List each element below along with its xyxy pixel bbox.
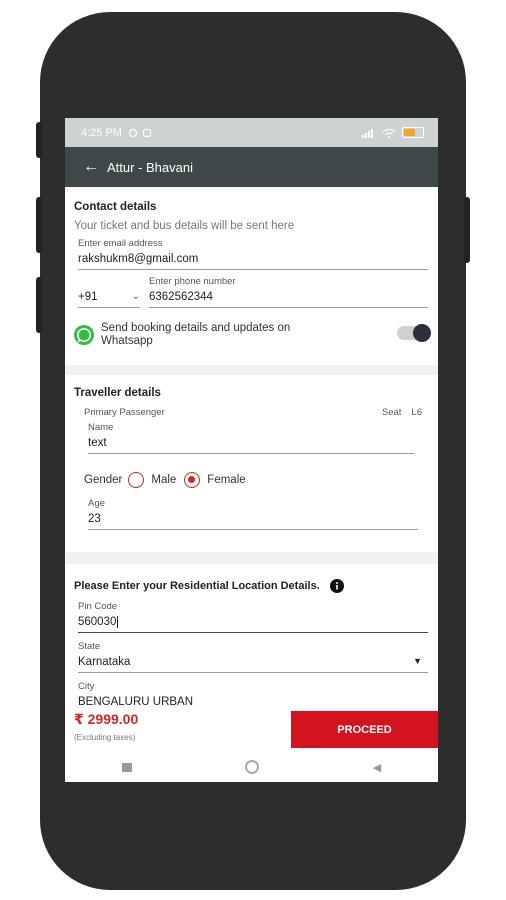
- contact-details-section: Contact details Your ticket and bus deta…: [65, 187, 438, 365]
- state-select: Karnataka: [78, 656, 131, 668]
- city-field[interactable]: City BENGALURU URBAN: [78, 681, 428, 707]
- app-toolbar: ← Attur - Bhavani: [65, 147, 438, 187]
- home-icon[interactable]: [245, 760, 260, 774]
- gender-male-radio[interactable]: [128, 472, 145, 488]
- gender-row: Gender Male Female: [84, 472, 438, 488]
- text-cursor: [117, 616, 119, 628]
- pin-code-label: Pin Code: [78, 601, 118, 612]
- seat-label: Seat: [381, 407, 402, 418]
- volume-up-button: [36, 197, 42, 253]
- residential-title: Please Enter your Residential Location D…: [74, 580, 320, 592]
- traveller-details-section: Traveller details Primary Passenger Seat…: [65, 375, 438, 552]
- notification-icon: [128, 128, 138, 137]
- whatsapp-row: Send booking details and updates on What…: [65, 322, 438, 348]
- app-screen: 4:25 PM ← Attur - Bhavani Contact detail…: [65, 118, 438, 782]
- contact-details-title: Contact details: [74, 201, 157, 213]
- name-input[interactable]: text: [88, 433, 414, 454]
- back-triangle-icon[interactable]: ◀: [373, 761, 381, 774]
- wifi-icon: [382, 128, 396, 138]
- total-price: ₹ 2999.00: [74, 711, 139, 727]
- section-divider: [65, 552, 438, 564]
- route-title: Attur - Bhavani: [107, 159, 193, 175]
- primary-passenger-label: Primary Passenger: [84, 407, 165, 418]
- state-field[interactable]: State Karnataka ▼: [78, 641, 428, 673]
- battery-icon: [402, 127, 424, 138]
- gender-label: Gender: [84, 474, 123, 486]
- checkout-bar: ₹ 2999.00 (Excluding taxes) PROCEED: [65, 707, 438, 752]
- seat-value: L6: [411, 407, 422, 418]
- section-divider: [65, 365, 438, 375]
- traveller-details-title: Traveller details: [74, 387, 161, 399]
- pin-code-field[interactable]: Pin Code 560030: [78, 601, 428, 633]
- residential-details-section: Please Enter your Residential Location D…: [65, 564, 438, 707]
- gender-male-label[interactable]: Male: [151, 474, 176, 486]
- form-content[interactable]: Contact details Your ticket and bus deta…: [65, 187, 438, 707]
- city-select[interactable]: BENGALURU URBAN: [78, 692, 428, 707]
- pin-code-input[interactable]: 560030: [78, 612, 428, 633]
- back-arrow-icon[interactable]: ←: [83, 158, 99, 176]
- age-input[interactable]: 23: [88, 509, 418, 530]
- city-label: City: [78, 681, 95, 692]
- status-time: 4:25 PM: [81, 126, 122, 139]
- chevron-down-icon: ⌄: [131, 291, 140, 302]
- info-icon[interactable]: [329, 579, 344, 593]
- gender-female-radio[interactable]: [184, 472, 201, 488]
- email-field[interactable]: Enter email address rakshukm8@gmail.com: [78, 238, 428, 270]
- phone-input[interactable]: 6362562344: [149, 287, 428, 308]
- gender-female-label[interactable]: Female: [207, 474, 245, 486]
- phone-field[interactable]: Enter phone number 6362562344: [149, 276, 428, 308]
- status-bar: 4:25 PM: [65, 118, 438, 147]
- email-label: Enter email address: [78, 238, 163, 249]
- whatsapp-icon: [74, 325, 94, 345]
- dropdown-arrow-icon: ▼: [413, 656, 422, 666]
- volume-down-button: [36, 277, 42, 333]
- signal-icon: [362, 128, 373, 138]
- proceed-button[interactable]: PROCEED: [291, 711, 438, 748]
- android-nav-bar: ◀: [65, 752, 438, 782]
- phone-label: Enter phone number: [149, 276, 236, 287]
- country-code-field[interactable]: +91 ⌄: [78, 276, 140, 308]
- excluding-taxes-note: (Excluding taxes): [74, 733, 136, 742]
- side-button-right: [464, 197, 470, 263]
- country-code: +91: [78, 291, 98, 303]
- power-button: [36, 122, 42, 158]
- recents-icon[interactable]: [121, 762, 132, 772]
- email-input[interactable]: rakshukm8@gmail.com: [78, 249, 428, 270]
- whatsapp-text: Send booking details and updates on What…: [101, 322, 291, 347]
- age-label: Age: [88, 498, 105, 509]
- contact-details-subtitle: Your ticket and bus details will be sent…: [74, 220, 295, 232]
- state-label: State: [78, 641, 101, 652]
- age-field[interactable]: Age 23: [88, 498, 418, 530]
- name-label: Name: [88, 422, 114, 433]
- whatsapp-toggle[interactable]: [397, 324, 431, 342]
- alarm-icon: [142, 128, 152, 137]
- name-field[interactable]: Name text: [88, 422, 414, 454]
